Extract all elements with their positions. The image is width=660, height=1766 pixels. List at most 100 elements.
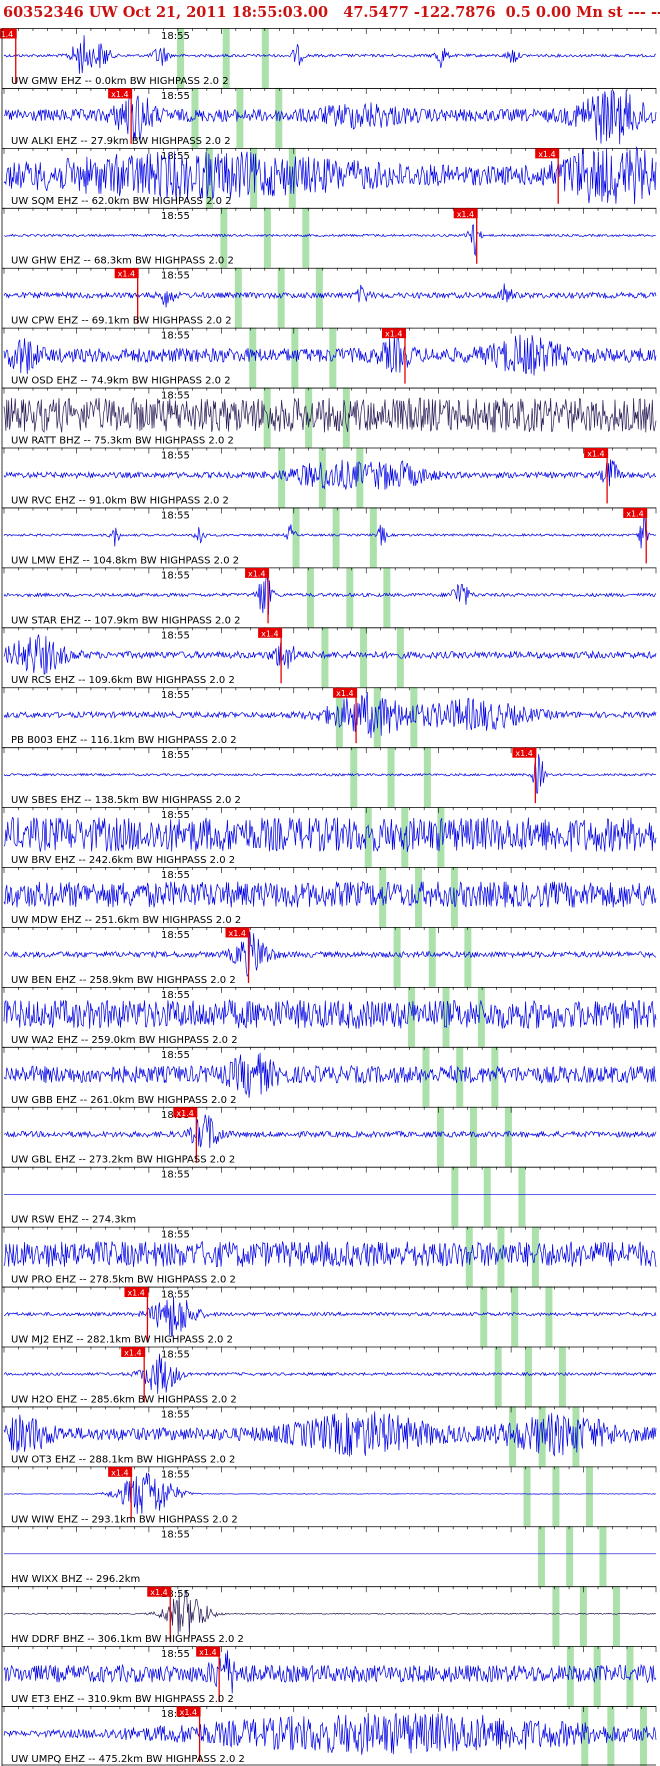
time-tick-label: 18:55 <box>161 271 190 282</box>
record-title: 60352346 UW Oct 21, 2011 18:55:03.00 47.… <box>3 4 660 21</box>
trace-row: 18:55 HW WIXX BHZ -- 296.2km <box>2 1526 657 1585</box>
phase-band-2-segment <box>428 926 436 987</box>
waveform <box>3 1353 657 1394</box>
waveform <box>3 816 657 852</box>
time-tick-label: 18:55 <box>161 1290 190 1301</box>
phase-band-1-segment <box>537 1526 545 1587</box>
pick-label: x1.4 <box>248 569 265 578</box>
trace-row: 18:55 UW WA2 EHZ -- 259.0km BW HIGHPASS 2… <box>2 986 657 1046</box>
station-label: UW CPW EHZ -- 69.1km BW HIGHPASS 2.0 2 <box>11 316 232 327</box>
station-label: UW MJ2 EHZ -- 282.1km BW HIGHPASS 2.0 2 <box>11 1334 233 1345</box>
trace-row: 18:55 x1.4 UW RCS EHZ -- 109.6km BW HIGHPA… <box>2 627 657 686</box>
pick-label: x1.4 <box>111 90 128 99</box>
phase-band-3-segment <box>261 28 269 88</box>
waveform <box>3 515 657 549</box>
waveform <box>3 1712 657 1755</box>
trace-row: 18:55 x1.4 UW ALKI EHZ -- 27.9km BW HIGHPA… <box>2 87 657 147</box>
phase-band-3-segment <box>585 1466 593 1527</box>
trace-row: 18:55 x1.4 UW OSD EHZ -- 74.9km BW HIGHPAS… <box>2 327 657 387</box>
phase-band-2-segment <box>346 567 354 628</box>
trace-row: 18:55 x1.4 UW ET3 EHZ -- 310.9km BW HIGHPA… <box>2 1646 657 1705</box>
station-label: UW BRV EHZ -- 242.6km BW HIGHPASS 2.0 2 <box>11 855 235 866</box>
pick-label: x1.4 <box>515 749 532 758</box>
station-label: UW BEN EHZ -- 258.9km BW HIGHPASS 2.0 2 <box>11 975 236 986</box>
station-label: UW WA2 EHZ -- 259.0km BW HIGHPASS 2.0 2 <box>11 1035 238 1046</box>
pick-label: x1.4 <box>176 1109 193 1118</box>
time-tick-label: 18:55 <box>161 1050 190 1061</box>
waveform <box>3 459 656 490</box>
phase-band-2-segment <box>263 207 271 268</box>
phase-band-3-segment <box>558 1346 566 1407</box>
time-tick-label: 18:55 <box>161 630 190 641</box>
station-label: UW GBL EHZ -- 273.2km BW HIGHPASS 2.0 2 <box>11 1155 235 1166</box>
phase-band-3-segment <box>342 387 350 448</box>
phase-band-1-segment <box>480 1286 488 1347</box>
phase-band-2-segment <box>511 1286 519 1347</box>
station-label: UW WIW EHZ -- 293.1km BW HIGHPASS 2.0 2 <box>11 1514 238 1525</box>
pick-label: x1.4 <box>229 929 246 938</box>
trace-row: 18:55 x1.4 UW SBES EHZ -- 138.5km BW HIGHP… <box>2 747 657 806</box>
time-tick-label: 18:55 <box>161 570 190 581</box>
waveform <box>3 634 657 675</box>
waveform <box>3 1650 657 1694</box>
station-label: UW ET3 EHZ -- 310.9km BW HIGHPASS 2.0 2 <box>11 1694 234 1705</box>
phase-band-2-segment <box>318 447 326 508</box>
phase-band-3-segment <box>383 567 391 628</box>
station-label: UW OT3 EHZ -- 288.1km BW HIGHPASS 2.0 2 <box>11 1454 235 1465</box>
phase-band-3-segment <box>491 1046 499 1107</box>
phase-band-2-segment <box>442 986 450 1047</box>
waveform <box>4 931 657 977</box>
time-tick-label: 18:55 <box>161 1649 190 1660</box>
phase-band-3-segment <box>288 147 296 208</box>
waveform <box>3 1296 657 1338</box>
station-label: UW SQM EHZ -- 62.0km BW HIGHPASS 2.0 2 <box>11 196 232 207</box>
trace-row: 18:55 UW RSW EHZ -- 274.3km <box>2 1166 657 1226</box>
waveform <box>3 1052 657 1098</box>
phase-band-2-segment <box>483 1166 491 1227</box>
station-label: UW OSD EHZ -- 74.9km BW HIGHPASS 2.0 2 <box>11 376 231 387</box>
time-tick-label: 18:55 <box>161 1529 190 1540</box>
pick-label: x1.4 <box>587 450 604 459</box>
station-label: UW GHW EHZ -- 68.3km BW HIGHPASS 2.0 2 <box>11 256 234 267</box>
station-label: HW DDRF BHZ -- 306.1km BW HIGHPASS 2.0 2 <box>11 1634 244 1645</box>
time-tick-label: 18:55 <box>161 990 190 1001</box>
phase-band-2-segment <box>524 1346 532 1407</box>
phase-band-3-segment <box>302 207 310 268</box>
trace-row: 18:55 UW MDW EHZ -- 251.6km BW HIGHPASS 2… <box>2 867 657 926</box>
waveform <box>3 1114 657 1149</box>
phase-band-3-segment <box>599 1526 607 1587</box>
phase-band-2-segment <box>291 327 299 388</box>
trace-row: 18:55 x1.4 UW MJ2 EHZ -- 282.1km BW HIGHPA… <box>2 1286 657 1345</box>
time-tick-label: 18:55 <box>161 1469 190 1480</box>
station-label: UW UMPQ EHZ -- 475.2km BW HIGHPASS 2.0 2 <box>11 1754 245 1765</box>
station-label: UW H2O EHZ -- 285.6km BW HIGHPASS 2.0 2 <box>11 1394 237 1405</box>
pick-label: x1.4 <box>336 689 353 698</box>
phase-band-2-segment <box>579 1586 587 1647</box>
station-label: UW MDW EHZ -- 251.6km BW HIGHPASS 2.0 2 <box>11 915 241 926</box>
pick-label: x1.4 <box>180 1708 197 1717</box>
station-label: UW STAR EHZ -- 107.9km BW HIGHPASS 2.0 2 <box>11 615 241 626</box>
station-label: UW GBB EHZ -- 261.0km BW HIGHPASS 2.0 2 <box>11 1095 237 1106</box>
trace-row: 18:55 x1.4 UW GHW EHZ -- 68.3km BW HIGHPAS… <box>2 207 657 267</box>
trace-row: 18:55 UW OT3 EHZ -- 288.1km BW HIGHPASS 2… <box>2 1406 657 1465</box>
time-tick-label: 18:55 <box>161 810 190 821</box>
trace-row: 18:55 UW PRO EHZ -- 278.5km BW HIGHPASS 2… <box>2 1226 657 1286</box>
pick-label: x1.4 <box>127 1289 144 1298</box>
seismogram-plot[interactable]: 18:55 x1.4 UW GMW EHZ -- 0.0km BW HIGHPASS… <box>0 26 660 1766</box>
pick-label: x1.4 <box>118 270 135 279</box>
trace-row: 18:55 x1.4 UW STAR EHZ -- 107.9km BW HIGHP… <box>2 567 657 626</box>
time-tick-label: 18:55 <box>161 750 190 761</box>
phase-band-2-segment <box>387 747 395 808</box>
trace-row: 18:55 x1.4UW SQM EHZ -- 62.0km BW HIGHPAS… <box>2 146 657 207</box>
phase-band-3-segment <box>504 1106 512 1167</box>
phase-band-1-segment <box>292 507 300 568</box>
time-tick-label: 18:55 <box>161 690 190 701</box>
time-tick-label: 18:55 <box>161 1409 190 1420</box>
phase-band-1-segment <box>393 926 401 987</box>
trace-row: 18:55 x1.4 UW LMW EHZ -- 104.8km BW HIGHPA… <box>2 507 657 566</box>
time-tick-label: 18:55 <box>161 1349 190 1360</box>
phase-band-1-segment <box>436 1106 444 1167</box>
station-label: UW PRO EHZ -- 278.5km BW HIGHPASS 2.0 2 <box>11 1275 236 1286</box>
phase-band-3-segment <box>518 1166 526 1227</box>
trace-row: 18:55x1.4UW GBL EHZ -- 273.2km BW HIGHPA… <box>2 1106 657 1166</box>
